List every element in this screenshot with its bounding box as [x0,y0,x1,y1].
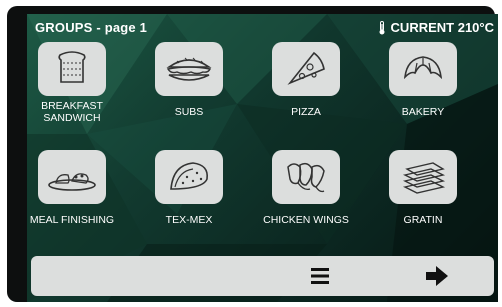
temperature-status: CURRENT 210°C [377,20,494,35]
group-tile-breakfast-sandwich[interactable] [38,42,106,96]
group-tile-gratin[interactable] [389,150,457,204]
group-label: BREAKFAST SANDWICH [41,100,103,124]
group-tile-pizza[interactable] [272,42,340,96]
croissant-icon [403,56,443,80]
group-tile-chicken-wings[interactable] [272,150,340,204]
menu-button[interactable] [302,264,338,288]
group-label: PIZZA [291,106,321,118]
group-tile-subs[interactable] [155,42,223,96]
group-label: CHICKEN WINGS [263,214,349,226]
group-tile-bakery[interactable] [389,42,457,96]
thermometer-icon [379,20,385,34]
chicken-wings-icon [287,162,325,193]
right-arrow-icon [426,266,448,286]
screen: GROUPS - page 1 CURRENT 210°C BREAKFAST … [27,14,498,302]
bottom-toolbar [31,256,494,296]
pizza-slice-icon [287,51,325,85]
menu-icon [311,268,329,284]
gratin-layers-icon [402,162,446,194]
plated-meal-icon [48,173,96,191]
group-label: GRATIN [403,214,443,226]
group-tile-tex-mex[interactable] [155,150,223,204]
sandwich-icon [58,51,86,83]
sub-sandwich-icon [166,57,212,81]
group-label: TEX-MEX [165,214,213,226]
temperature-label: CURRENT 210°C [390,20,494,35]
next-page-button[interactable] [420,264,454,288]
page-title: GROUPS - page 1 [35,20,148,35]
group-label: MEAL FINISHING [29,214,115,226]
group-tile-meal-finishing[interactable] [38,150,106,204]
taco-icon [170,162,209,190]
group-label: SUBS [174,106,204,118]
group-label: BAKERY [401,106,445,118]
